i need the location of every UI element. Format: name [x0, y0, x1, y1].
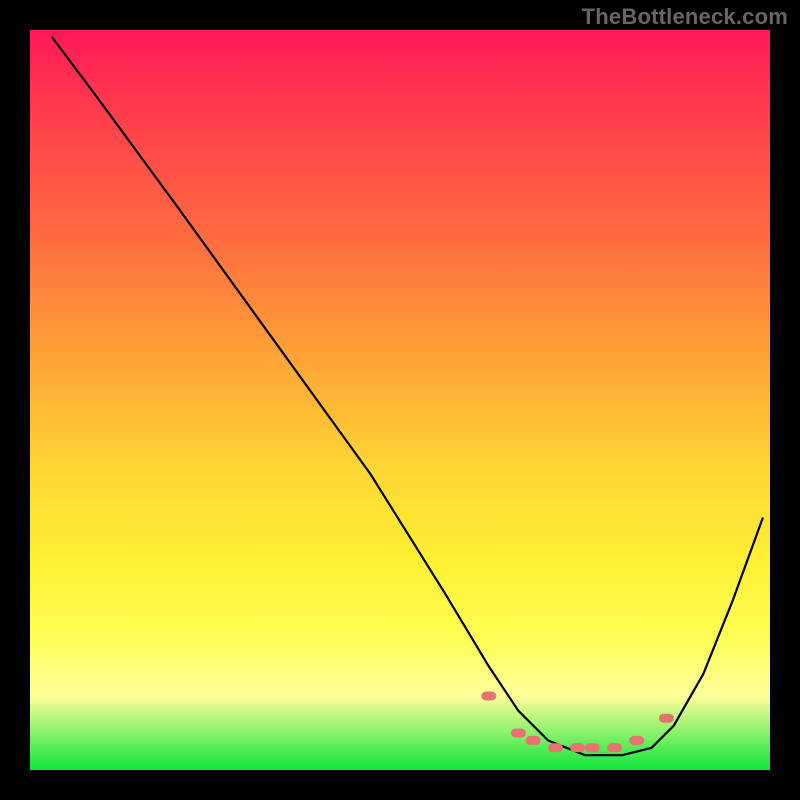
marker-point	[608, 744, 622, 752]
marker-point	[585, 744, 599, 752]
marker-point	[659, 714, 673, 722]
attribution-text: TheBottleneck.com	[582, 4, 788, 30]
marker-point	[526, 736, 540, 744]
marker-point	[571, 744, 585, 752]
marker-point	[548, 744, 562, 752]
bottleneck-curve	[52, 37, 762, 755]
plot-overlay	[30, 30, 770, 770]
chart-frame: TheBottleneck.com	[0, 0, 800, 800]
marker-point	[630, 736, 644, 744]
marker-point	[482, 692, 496, 700]
gradient-plot-area	[30, 30, 770, 770]
marker-point	[511, 729, 525, 737]
